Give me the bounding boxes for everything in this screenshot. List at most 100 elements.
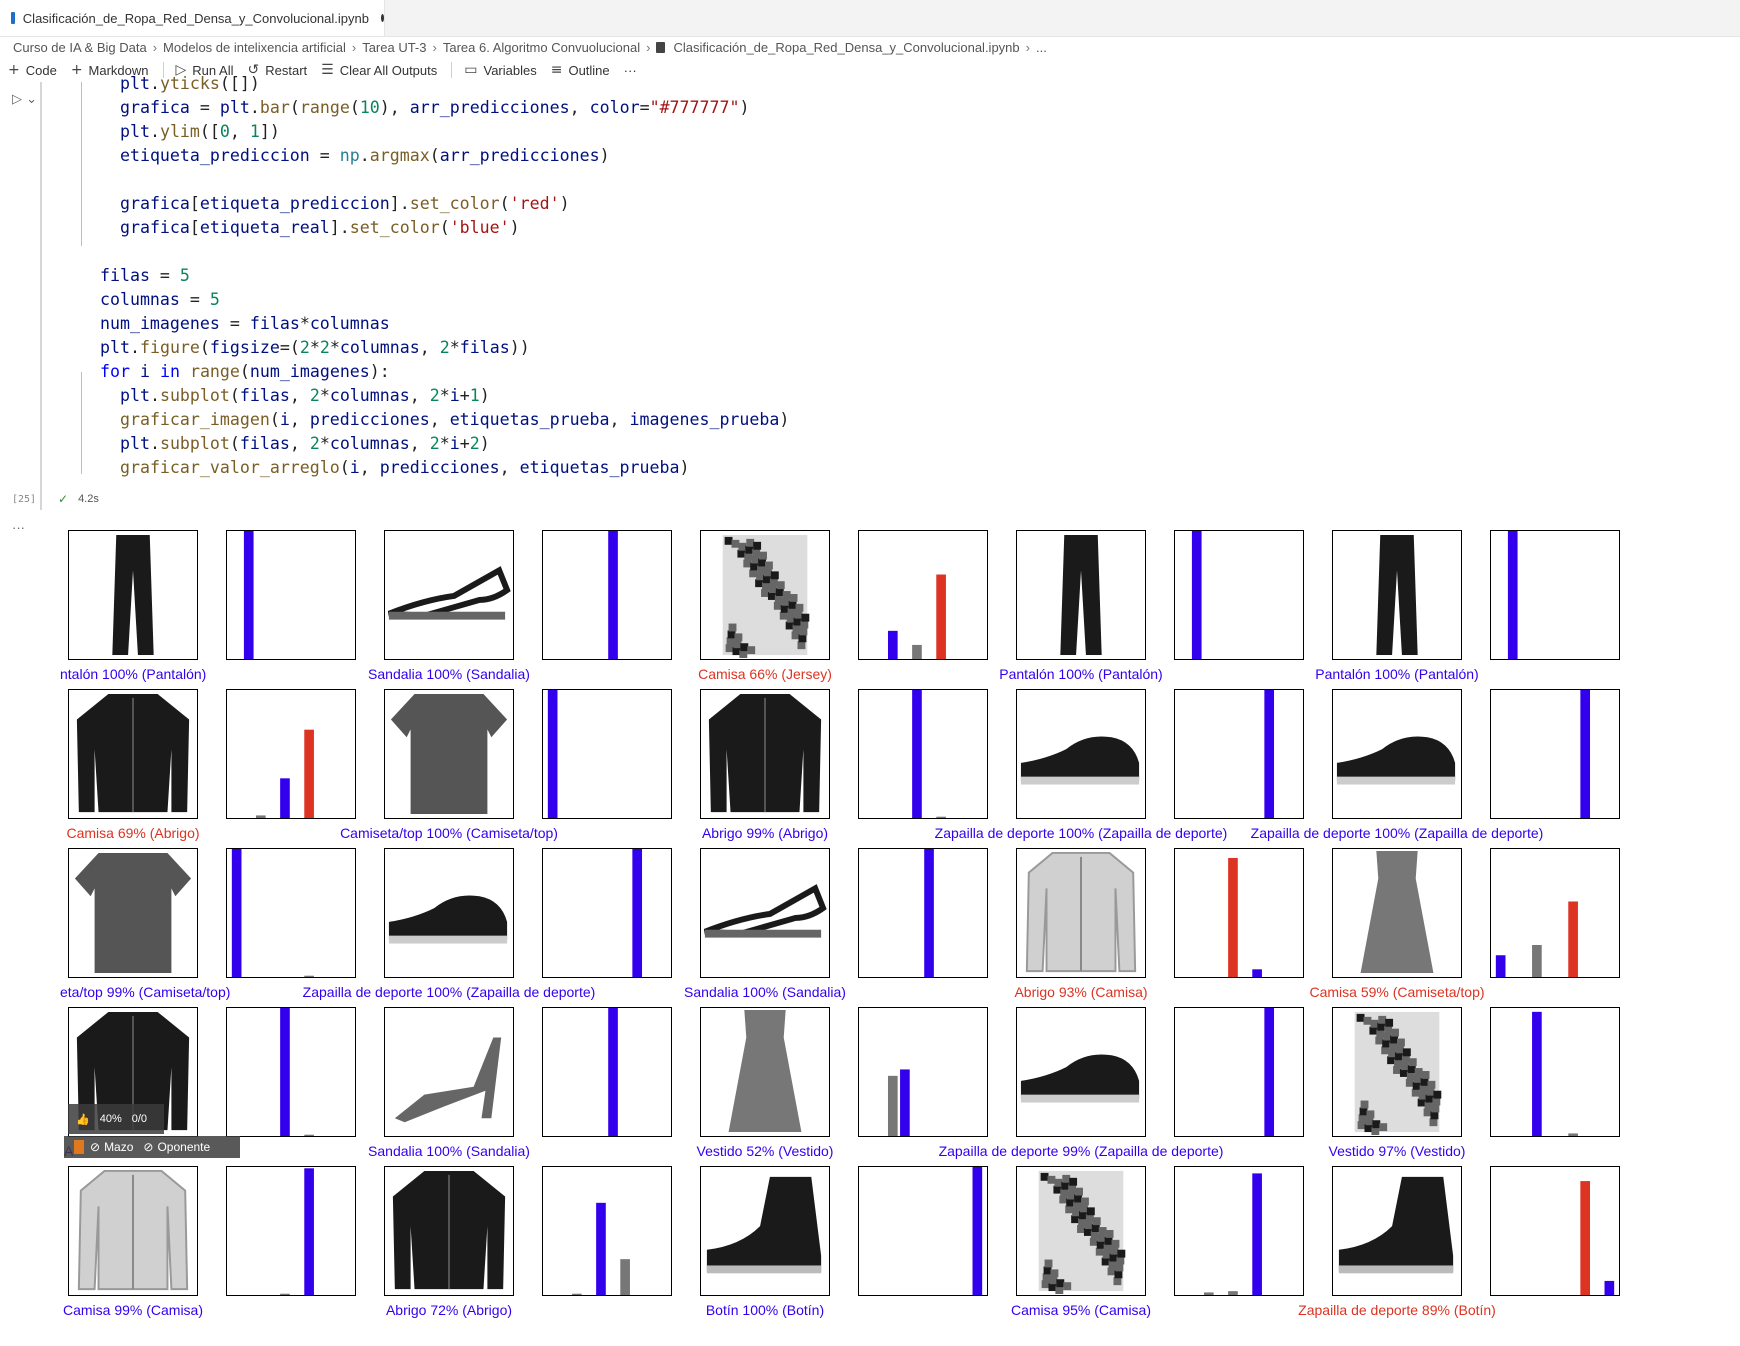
breadcrumb-item[interactable]: Tarea 6. Algoritmo Convuolucional xyxy=(443,40,640,55)
probability-bar xyxy=(1191,531,1202,659)
deck-button[interactable]: Mazo xyxy=(104,1140,133,1154)
coat-icon xyxy=(392,1170,506,1290)
probability-bar xyxy=(1252,1173,1262,1295)
probability-bar xyxy=(304,1168,314,1295)
breadcrumb-item[interactable]: Clasificación_de_Ropa_Red_Densa_y_Convol… xyxy=(673,40,1019,55)
probability-bar xyxy=(304,975,314,977)
eye-off-icon: ⊘ xyxy=(90,1140,101,1154)
unsaved-dot-icon[interactable] xyxy=(380,14,384,22)
heel-icon xyxy=(394,1037,502,1123)
bar-axes xyxy=(542,689,672,819)
probability-bar xyxy=(1252,969,1262,977)
run-cell-icon[interactable]: ▷ ⌄ xyxy=(12,92,37,107)
probability-bar xyxy=(1264,1008,1275,1136)
code-editor[interactable]: plt.yticks([]) grafica = plt.bar(range(1… xyxy=(80,72,789,480)
probability-bar xyxy=(571,1293,582,1295)
probability-bars xyxy=(243,531,254,659)
boot-icon xyxy=(706,1176,822,1274)
probability-bar xyxy=(608,531,618,659)
probability-bar xyxy=(1228,1291,1238,1295)
probability-bars xyxy=(887,1069,910,1136)
eye-off-icon: ⊘ xyxy=(143,1140,154,1154)
probability-bars xyxy=(255,729,314,818)
probability-bars xyxy=(924,849,934,977)
image-axes xyxy=(700,848,830,978)
image-axes xyxy=(1332,689,1462,819)
probability-bars xyxy=(608,1008,618,1136)
prediction-label: Vestido 97% (Vestido) xyxy=(1328,1143,1466,1159)
probability-bar xyxy=(1580,1181,1591,1295)
overlay-toolbar-widget[interactable]: ⊘ Mazo ⊘ Oponente xyxy=(64,1136,240,1158)
thumb-icon: 👍 xyxy=(76,1113,90,1126)
add-code-label: Code xyxy=(25,62,57,78)
image-axes xyxy=(1332,530,1462,660)
output-actions-button[interactable]: ··· xyxy=(12,520,25,535)
probability-bar xyxy=(632,849,643,977)
editor-tab-bar: Clasificación_de_Ropa_Red_Densa_y_Convol… xyxy=(0,0,1740,37)
probability-bars xyxy=(972,1167,983,1295)
bar-axes xyxy=(226,689,356,819)
probability-bars xyxy=(912,690,946,818)
breadcrumb-item[interactable]: ... xyxy=(1036,40,1047,55)
dress-icon xyxy=(1360,850,1434,974)
breadcrumb-item[interactable]: Curso de IA & Big Data xyxy=(13,40,147,55)
image-axes xyxy=(68,848,198,978)
bar-axes xyxy=(542,1007,672,1137)
bar-axes xyxy=(1490,689,1620,819)
probability-bar xyxy=(900,1069,910,1136)
probability-bar xyxy=(280,1008,290,1136)
cell-duration: 4.2s xyxy=(78,493,99,505)
sandal-icon xyxy=(387,566,511,620)
image-axes xyxy=(68,689,198,819)
dress-icon xyxy=(728,1009,802,1133)
chevron-right-icon: › xyxy=(646,39,651,55)
bar-axes xyxy=(542,1166,672,1296)
image-axes xyxy=(384,848,514,978)
probability-bars xyxy=(280,1008,314,1136)
bar-axes xyxy=(1174,1166,1304,1296)
probability-bar xyxy=(887,630,898,659)
bar-axes xyxy=(858,1007,988,1137)
add-code-button[interactable]: + Code xyxy=(8,62,57,78)
probability-bars xyxy=(1495,901,1578,977)
code-cell[interactable]: ▷ ⌄ plt.yticks([]) grafica = plt.bar(ran… xyxy=(0,74,1740,510)
breadcrumb-item[interactable]: Tarea UT-3 xyxy=(362,40,426,55)
probability-bar xyxy=(1532,1011,1542,1136)
probability-bar xyxy=(924,849,934,977)
image-axes xyxy=(700,1166,830,1296)
probability-bar xyxy=(1495,955,1506,977)
image-axes xyxy=(1016,1166,1146,1296)
bar-axes xyxy=(542,848,672,978)
pants-icon xyxy=(1060,534,1102,656)
opponent-button[interactable]: Oponente xyxy=(157,1140,210,1154)
probability-bars xyxy=(547,690,558,818)
bar-axes xyxy=(1490,1166,1620,1296)
pants-icon xyxy=(112,534,154,656)
image-axes xyxy=(700,530,830,660)
probability-bars xyxy=(1203,1173,1262,1295)
prediction-label: Zapailla de deporte 89% (Botín) xyxy=(1298,1302,1496,1318)
tshirt-icon xyxy=(390,693,508,815)
cell-status: ✓ 4.2s xyxy=(58,492,99,506)
shirt-pattern-icon xyxy=(722,534,810,659)
breadcrumb-item[interactable]: Modelos de intelixencia artificial xyxy=(163,40,346,55)
cell-focus-bar xyxy=(40,82,42,510)
probability-bar xyxy=(1568,1133,1578,1136)
probability-bars xyxy=(1191,531,1202,659)
image-axes xyxy=(700,1007,830,1137)
image-axes xyxy=(1016,1007,1146,1137)
probability-bar xyxy=(243,531,254,659)
bar-axes xyxy=(1490,530,1620,660)
probability-bar xyxy=(1604,1280,1615,1295)
prediction-label: Zapailla de deporte 100% (Zapailla de de… xyxy=(1250,825,1544,841)
probability-bar xyxy=(255,815,266,818)
probability-bar xyxy=(1532,945,1542,977)
dress-pattern-icon xyxy=(1354,1011,1442,1136)
probability-bars xyxy=(1580,1181,1615,1295)
sandal-icon xyxy=(703,884,827,938)
shirt-icon xyxy=(77,1169,189,1291)
overlay-stats-widget[interactable]: 👍 40% 0/0 xyxy=(68,1104,164,1134)
image-axes xyxy=(68,1166,198,1296)
notebook-tab[interactable]: Clasificación_de_Ropa_Red_Densa_y_Convol… xyxy=(0,0,385,36)
probability-bars xyxy=(1264,690,1275,818)
